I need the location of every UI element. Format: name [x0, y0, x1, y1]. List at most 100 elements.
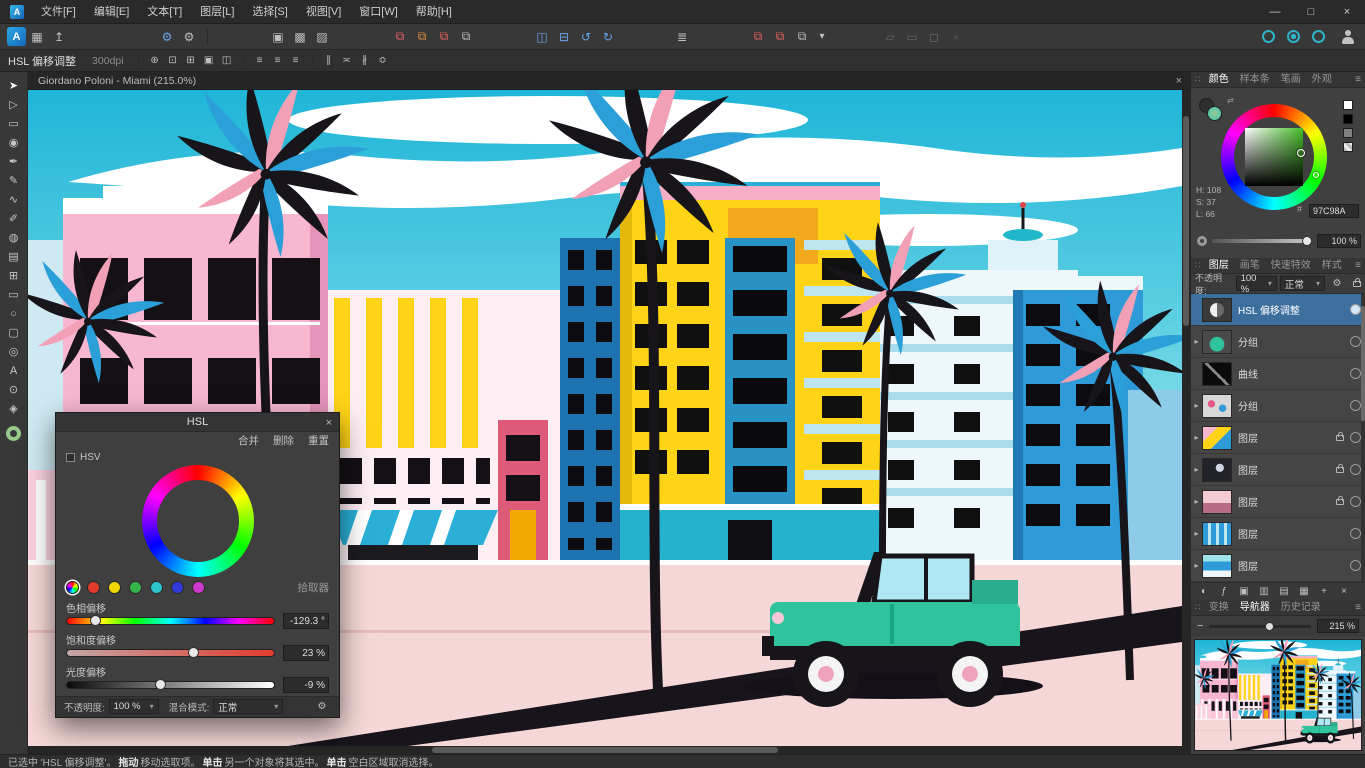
swatch-magenta[interactable]	[192, 581, 205, 594]
swap-colours-icon[interactable]: ⇄	[1227, 96, 1234, 105]
view-tool[interactable]: ◈	[1, 399, 27, 418]
layer-thumbnail[interactable]	[1202, 298, 1232, 322]
artistic-text-tool[interactable]: A	[1, 361, 27, 380]
hue-wheel[interactable]	[56, 465, 339, 577]
dialog-blend-select[interactable]: 正常▾	[213, 699, 283, 714]
expand-icon[interactable]: ▸	[1191, 497, 1202, 506]
insert-ontop-icon[interactable]: ⧉	[791, 27, 813, 47]
expand-icon[interactable]: ▸	[1191, 401, 1202, 410]
zoom-value[interactable]: 215 %	[1317, 619, 1359, 633]
swatch-gray[interactable]	[1343, 128, 1353, 138]
menu-select[interactable]: 选择[S]	[243, 0, 296, 24]
layer-toggle[interactable]	[1350, 368, 1361, 379]
pencil-tool[interactable]: ✎	[1, 171, 27, 190]
lock-icon[interactable]	[1336, 467, 1344, 473]
swatch-none[interactable]	[1343, 142, 1353, 152]
layer-row[interactable]: ▸ 分组	[1191, 390, 1365, 422]
minimize-button[interactable]: —	[1257, 0, 1293, 24]
arrange-forward-icon[interactable]: ⧉	[411, 27, 433, 47]
node-tool[interactable]: ▷	[1, 95, 27, 114]
rotate-cw-icon[interactable]: ↻	[597, 27, 619, 47]
merge-button[interactable]: 合并	[238, 433, 259, 448]
flip-vertical-icon[interactable]: ⊟	[553, 27, 575, 47]
donut-shape-tool[interactable]: ◎	[1, 342, 27, 361]
persona-designer-icon[interactable]: A	[7, 27, 26, 46]
zoom-slider[interactable]	[1209, 625, 1311, 628]
align-left-icon[interactable]: ≡	[251, 53, 269, 69]
colour-picker-tool[interactable]: ◉	[1, 133, 27, 152]
maximize-button[interactable]: □	[1293, 0, 1329, 24]
tab-stroke[interactable]: 笔画	[1276, 72, 1306, 88]
layers-lock-icon[interactable]	[1353, 281, 1361, 287]
layers-scrollbar[interactable]	[1361, 294, 1365, 582]
layer-thumbnail[interactable]	[1202, 554, 1232, 578]
menu-help[interactable]: 帮助[H]	[407, 0, 461, 24]
luminosity-shift-value[interactable]	[283, 677, 329, 693]
panel-menu-icon[interactable]: ≡	[1355, 602, 1361, 613]
vertical-scroll-thumb[interactable]	[1183, 116, 1189, 326]
pixel-layer-icon[interactable]: ▦	[1295, 584, 1313, 600]
arrange-back-icon[interactable]: ⧉	[455, 27, 477, 47]
persona-export-icon[interactable]	[1312, 30, 1325, 43]
app-icon[interactable]: A	[10, 5, 24, 19]
hsl-dialog[interactable]: HSL × 合并 删除 重置 HSV 拾取器 色相偏移	[55, 412, 340, 718]
document-tab[interactable]: Giordano Poloni - Miami (215.0%) ×	[28, 72, 1190, 90]
layer-row[interactable]: 曲线	[1191, 358, 1365, 390]
layers-scroll-thumb[interactable]	[1361, 306, 1365, 421]
expand-icon[interactable]: ▸	[1191, 433, 1202, 442]
canvas-vertical-scrollbar[interactable]	[1182, 90, 1190, 746]
snap-grid-icon[interactable]: ▩	[289, 27, 311, 47]
live-filter-icon[interactable]: ƒ	[1215, 584, 1233, 600]
reset-button[interactable]: 重置	[308, 433, 329, 448]
menu-file[interactable]: 文件[F]	[32, 0, 85, 24]
flood-fill-tool[interactable]: ◍	[1, 228, 27, 247]
layer-row[interactable]: ▸ 分组	[1191, 326, 1365, 358]
picker-button[interactable]: 拾取器	[298, 580, 330, 595]
document-close-icon[interactable]: ×	[1176, 75, 1182, 87]
hue-ring-marker[interactable]	[1313, 172, 1319, 178]
zoom-100-icon[interactable]: ⊞	[182, 53, 200, 69]
tab-swatches[interactable]: 样本条	[1235, 72, 1275, 88]
insert-inside-icon[interactable]: ⧉	[769, 27, 791, 47]
rectangle-tool[interactable]: ▭	[1, 285, 27, 304]
layer-toggle[interactable]	[1350, 464, 1361, 475]
lock-icon[interactable]	[1336, 499, 1344, 505]
close-button[interactable]: ×	[1329, 0, 1365, 24]
layer-toggle[interactable]	[1350, 336, 1361, 347]
swatch-rainbow[interactable]	[66, 581, 79, 594]
settings-gear-icon[interactable]: ⚙	[178, 27, 200, 47]
layer-row[interactable]: ▸ 图层	[1191, 518, 1365, 550]
menu-view[interactable]: 视图[V]	[297, 0, 350, 24]
persona-pixel-icon[interactable]	[1287, 30, 1300, 43]
arrange-front-icon[interactable]: ⧉	[389, 27, 411, 47]
layer-row[interactable]: ▸ 图层	[1191, 486, 1365, 518]
panel-menu-icon[interactable]: ≡	[1355, 260, 1361, 271]
fill-colour-well[interactable]	[6, 426, 21, 441]
insert-behind-icon[interactable]: ⧉	[747, 27, 769, 47]
snap-guides-icon[interactable]: ▨	[311, 27, 333, 47]
hsv-checkbox[interactable]	[66, 453, 75, 462]
layer-thumbnail[interactable]	[1202, 394, 1232, 418]
expand-icon[interactable]: ▸	[1191, 465, 1202, 474]
dialog-opacity-select[interactable]: 100 %▾	[109, 699, 159, 714]
crop-tool[interactable]: ⊞	[1, 266, 27, 285]
layer-row[interactable]: ▸ 图层	[1191, 550, 1365, 582]
flip-horizontal-icon[interactable]: ◫	[531, 27, 553, 47]
layer-toggle[interactable]	[1350, 432, 1361, 443]
persona-vector-icon[interactable]	[1262, 30, 1275, 43]
settings-gear-blue-icon[interactable]: ⚙	[156, 27, 178, 47]
layer-toggle[interactable]	[1350, 304, 1361, 315]
expand-icon[interactable]: ▸	[1191, 529, 1202, 538]
rotate-ccw-icon[interactable]: ↺	[575, 27, 597, 47]
space-horizontal-icon[interactable]: ∥	[320, 53, 338, 69]
layer-thumbnail[interactable]	[1202, 458, 1232, 482]
rounded-rectangle-tool[interactable]: ▢	[1, 323, 27, 342]
layer-thumbnail[interactable]	[1202, 426, 1232, 450]
export-icon[interactable]: ↥	[48, 27, 70, 47]
layer-row[interactable]: HSL 偏移调整	[1191, 294, 1365, 326]
layer-toggle[interactable]	[1350, 400, 1361, 411]
adjustment-icon[interactable]: ◐	[1195, 584, 1213, 600]
group-icon[interactable]: ▥	[1255, 584, 1273, 600]
layers-blend-select[interactable]: 正常▾	[1280, 276, 1325, 291]
menu-layer[interactable]: 图层[L]	[191, 0, 243, 24]
